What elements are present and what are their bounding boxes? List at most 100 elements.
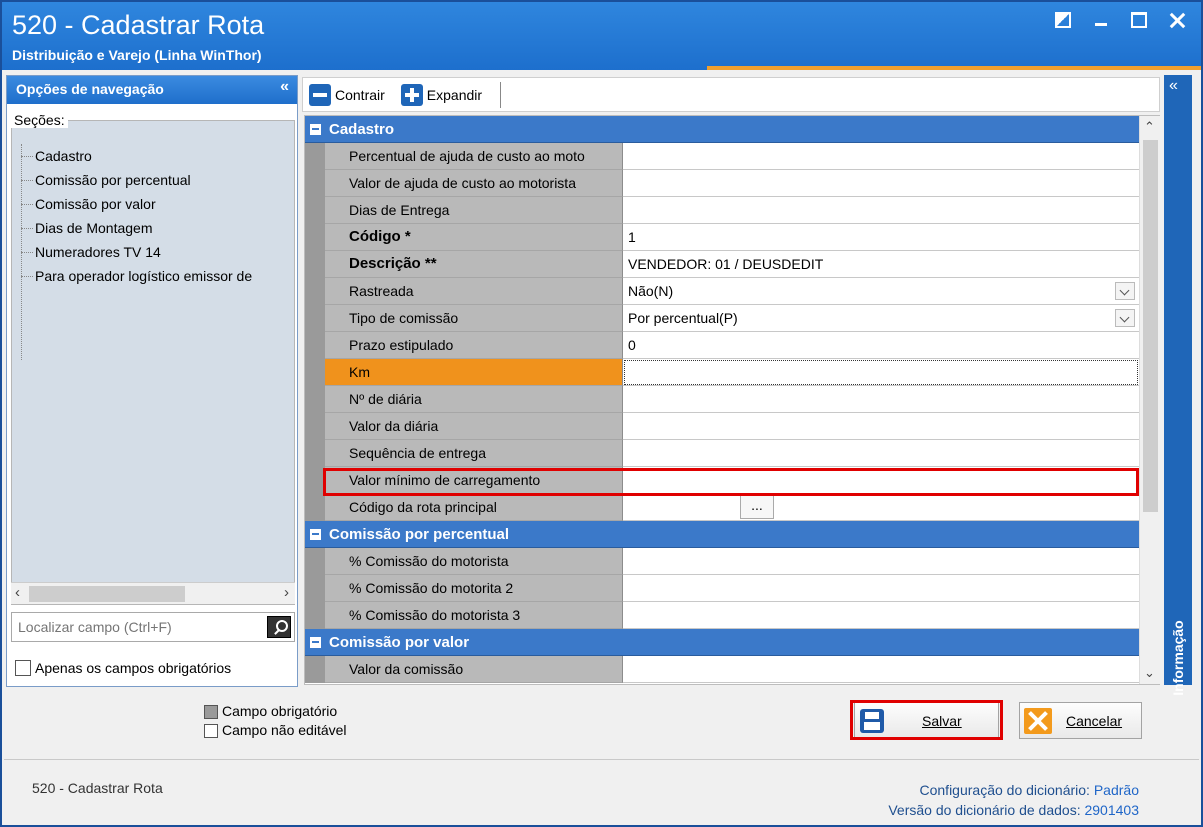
property-label: Descrição ** — [325, 251, 623, 278]
close-icon[interactable] — [1169, 12, 1185, 28]
property-grid: Cadastro Percentual de ajuda de custo ao… — [304, 115, 1160, 685]
collapse-category-icon[interactable] — [310, 124, 321, 135]
category-comissao-valor[interactable]: Comissão por valor — [305, 629, 1139, 656]
row-gutter — [305, 224, 325, 251]
only-required-checkbox[interactable] — [15, 660, 31, 676]
property-row: Km — [305, 359, 1139, 386]
scroll-right-icon[interactable]: › — [284, 584, 289, 601]
valor-minimo-carregamento-field[interactable] — [623, 467, 1139, 494]
cancel-button[interactable]: Cancelar — [1019, 702, 1142, 739]
property-row: Valor da comissão — [305, 656, 1139, 683]
valor-diaria-field[interactable] — [623, 413, 1139, 440]
property-row: Sequência de entrega — [305, 440, 1139, 467]
property-row: Rastreada Não(N) — [305, 278, 1139, 305]
tipo-comissao-select[interactable]: Por percentual(P) — [623, 305, 1139, 332]
category-label: Comissão por valor — [329, 634, 470, 651]
chevron-down-icon[interactable] — [1115, 282, 1135, 300]
section-item-cadastro[interactable]: Cadastro — [21, 144, 295, 168]
info-panel[interactable]: « Informação — [1164, 75, 1192, 696]
collapse-category-icon[interactable] — [310, 637, 321, 648]
property-row: Descrição ** VENDEDOR: 01 / DEUSDEDIT — [305, 251, 1139, 278]
navigation-panel: Opções de navegação « Seções: Cadastro C… — [6, 75, 298, 687]
property-label: Valor mínimo de carregamento — [325, 467, 623, 494]
navigation-title: Opções de navegação — [16, 81, 164, 97]
row-gutter — [305, 170, 325, 197]
scroll-up-icon[interactable]: ⌃ — [1144, 119, 1155, 135]
status-bar: 520 - Cadastrar Rota Configuração do dic… — [4, 759, 1199, 823]
property-row: Nº de diária — [305, 386, 1139, 413]
codigo-field[interactable]: 1 — [623, 224, 1139, 251]
cancel-x-icon — [1024, 707, 1052, 734]
sequencia-entrega-field[interactable] — [623, 440, 1139, 467]
row-gutter — [305, 251, 325, 278]
tipo-comissao-value: Por percentual(P) — [628, 310, 738, 326]
collapse-info-icon[interactable]: « — [1169, 77, 1178, 95]
section-item-numeradores[interactable]: Numeradores TV 14 — [21, 240, 295, 264]
valor-ajuda-custo-field[interactable] — [623, 170, 1139, 197]
row-gutter — [305, 332, 325, 359]
dictionary-info: Configuração do dicionário: Padrão Versã… — [888, 780, 1139, 820]
row-gutter — [305, 386, 325, 413]
rastreada-select[interactable]: Não(N) — [623, 278, 1139, 305]
prazo-estipulado-field[interactable]: 0 — [623, 332, 1139, 359]
percentual-ajuda-custo-field[interactable] — [623, 143, 1139, 170]
window-title: 520 - Cadastrar Rota — [12, 10, 265, 40]
field-search-input[interactable] — [12, 613, 258, 641]
property-label: Percentual de ajuda de custo ao moto — [325, 143, 623, 170]
title-bar: 520 - Cadastrar Rota Distribuição e Vare… — [2, 2, 1201, 70]
property-label: Código * — [325, 224, 623, 251]
property-label: Nº de diária — [325, 386, 623, 413]
dias-entrega-field[interactable] — [623, 197, 1139, 224]
dictionary-config-label: Configuração do dicionário: — [919, 782, 1090, 798]
category-comissao-percentual[interactable]: Comissão por percentual — [305, 521, 1139, 548]
dictionary-version-value: 2901403 — [1084, 802, 1139, 818]
comissao-motorista-3-field[interactable] — [623, 602, 1139, 629]
scroll-left-icon[interactable]: ‹ — [15, 584, 20, 601]
property-row: Tipo de comissão Por percentual(P) — [305, 305, 1139, 332]
sections-tree: Cadastro Comissão por percentual Comissã… — [21, 144, 295, 288]
codigo-rota-principal-field[interactable]: ... — [623, 494, 1139, 521]
collapse-category-icon[interactable] — [310, 529, 321, 540]
cancel-label: Cancelar — [1066, 712, 1123, 729]
collapse-label: Contrair — [335, 86, 385, 103]
toolbar-divider — [500, 81, 502, 108]
expand-button[interactable]: Expandir — [395, 83, 488, 106]
comissao-motorista-2-field[interactable] — [623, 575, 1139, 602]
category-label: Comissão por percentual — [329, 526, 510, 543]
row-gutter — [305, 278, 325, 305]
save-button[interactable]: Salvar — [854, 702, 999, 739]
search-icon[interactable] — [267, 616, 291, 638]
descricao-field[interactable]: VENDEDOR: 01 / DEUSDEDIT — [623, 251, 1139, 278]
chevron-down-icon[interactable] — [1115, 309, 1135, 327]
property-label: Tipo de comissão — [325, 305, 623, 332]
section-item-comissao-valor[interactable]: Comissão por valor — [21, 192, 295, 216]
minus-icon — [309, 83, 331, 106]
property-row: % Comissão do motorista 3 — [305, 602, 1139, 629]
restore-icon[interactable] — [1055, 12, 1071, 28]
property-label: Prazo estipulado — [325, 332, 623, 359]
scroll-thumb[interactable] — [1143, 140, 1158, 512]
scroll-down-icon[interactable]: ⌄ — [1144, 665, 1155, 681]
km-field[interactable] — [623, 359, 1139, 386]
collapse-button[interactable]: Contrair — [303, 83, 391, 106]
scroll-thumb[interactable] — [29, 586, 185, 602]
section-item-dias-montagem[interactable]: Dias de Montagem — [21, 216, 295, 240]
section-item-comissao-percentual[interactable]: Comissão por percentual — [21, 168, 295, 192]
minimize-icon[interactable] — [1093, 12, 1109, 28]
numero-diaria-field[interactable] — [623, 386, 1139, 413]
collapse-nav-icon[interactable]: « — [280, 78, 289, 96]
status-routine-name: 520 - Cadastrar Rota — [32, 780, 163, 796]
property-label: % Comissão do motorista — [325, 548, 623, 575]
section-item-operador-logistico[interactable]: Para operador logístico emissor de — [21, 264, 295, 288]
horizontal-scrollbar[interactable]: ‹ › — [11, 582, 295, 604]
property-label: % Comissão do motorista 3 — [325, 602, 623, 629]
valor-comissao-field[interactable] — [623, 656, 1139, 683]
maximize-icon[interactable] — [1131, 12, 1147, 28]
lookup-button[interactable]: ... — [740, 495, 774, 519]
dictionary-config: Configuração do dicionário: Padrão — [888, 780, 1140, 800]
dictionary-version: Versão do dicionário de dados: 2901403 — [888, 800, 1139, 820]
category-cadastro[interactable]: Cadastro — [305, 116, 1139, 143]
grid-vertical-scrollbar[interactable]: ⌃ ⌄ — [1139, 116, 1160, 684]
comissao-motorista-field[interactable] — [623, 548, 1139, 575]
legend-required-label: Campo obrigatório — [222, 703, 338, 719]
